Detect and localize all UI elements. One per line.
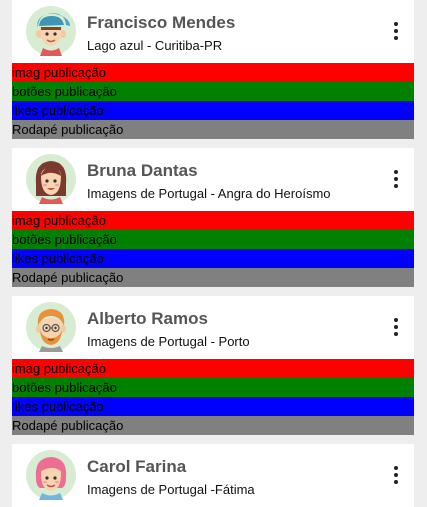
female-avatar-icon[interactable] <box>26 154 76 204</box>
male-avatar-cap-icon[interactable] <box>26 6 76 56</box>
post-image: imag publicação <box>12 211 414 230</box>
more-options-icon[interactable] <box>392 170 400 192</box>
post-image: imag publicação <box>12 63 414 82</box>
user-name[interactable]: Alberto Ramos <box>87 309 208 329</box>
post-divider <box>12 287 414 296</box>
female-avatar-pink-hair-icon[interactable] <box>26 450 76 500</box>
post-footer: Rodapé publicação <box>12 416 414 435</box>
post-card: Francisco Mendes Lago azul - Curitiba-PR… <box>12 0 414 139</box>
post-header: Alberto Ramos Imagens de Portugal - Port… <box>12 296 414 359</box>
post-image: imag publicação <box>12 359 414 378</box>
post-card: Carol Farina Imagens de Portugal -Fátima <box>12 444 414 507</box>
post-feed: Francisco Mendes Lago azul - Curitiba-PR… <box>12 0 414 507</box>
post-buttons: botões publicação <box>12 82 414 101</box>
post-likes: likes publicação <box>12 397 414 416</box>
post-footer: Rodapé publicação <box>12 120 414 139</box>
post-footer: Rodapé publicação <box>12 268 414 287</box>
post-card: Bruna Dantas Imagens de Portugal - Angra… <box>12 148 414 287</box>
post-divider <box>12 139 414 148</box>
post-likes: likes publicação <box>12 249 414 268</box>
more-options-icon[interactable] <box>392 318 400 340</box>
post-location: Imagens de Portugal - Porto <box>87 334 250 349</box>
post-buttons: botões publicação <box>12 230 414 249</box>
user-name[interactable]: Bruna Dantas <box>87 161 198 181</box>
post-header: Carol Farina Imagens de Portugal -Fátima <box>12 444 414 507</box>
post-buttons: botões publicação <box>12 378 414 397</box>
more-options-icon[interactable] <box>392 22 400 44</box>
post-header: Bruna Dantas Imagens de Portugal - Angra… <box>12 148 414 211</box>
post-likes: likes publicação <box>12 101 414 120</box>
post-location: Imagens de Portugal - Angra do Heroísmo <box>87 186 331 201</box>
more-options-icon[interactable] <box>392 466 400 488</box>
user-name[interactable]: Carol Farina <box>87 457 186 477</box>
post-divider <box>12 435 414 444</box>
post-header: Francisco Mendes Lago azul - Curitiba-PR <box>12 0 414 63</box>
post-location: Lago azul - Curitiba-PR <box>87 38 223 53</box>
user-name[interactable]: Francisco Mendes <box>87 13 235 33</box>
male-avatar-beard-icon[interactable] <box>26 302 76 352</box>
post-card: Alberto Ramos Imagens de Portugal - Port… <box>12 296 414 435</box>
